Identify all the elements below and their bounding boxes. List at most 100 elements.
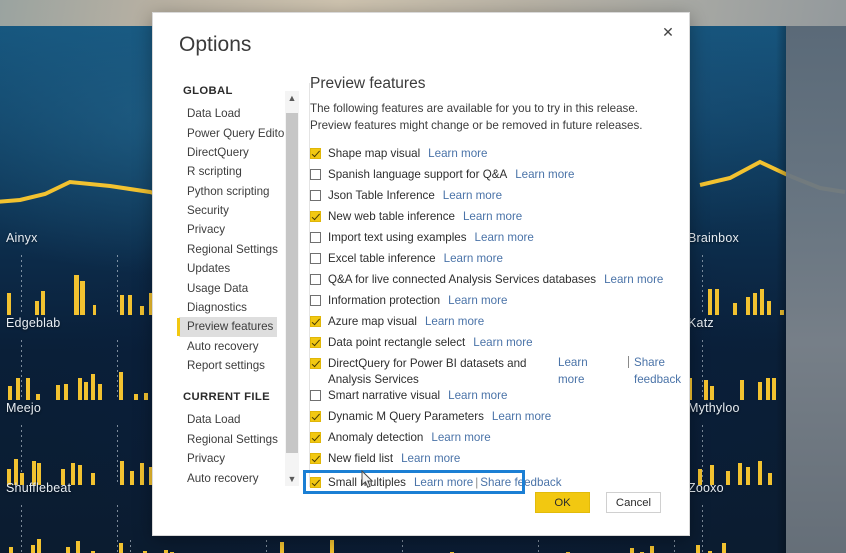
checkbox-small-multiples[interactable] xyxy=(310,477,321,488)
small-multiple-bars xyxy=(6,253,156,315)
sidebar-item-r-scripting[interactable]: R scripting xyxy=(179,162,277,181)
chevron-up-icon[interactable]: ▲ xyxy=(285,91,299,105)
learn-more-link[interactable]: Learn more xyxy=(448,389,507,402)
feature-label: Azure map visual xyxy=(328,315,417,328)
checkbox-spanish-language-support[interactable] xyxy=(310,169,321,180)
learn-more-link[interactable]: Learn more xyxy=(443,189,502,202)
checkbox-new-web-table-inference[interactable] xyxy=(310,211,321,222)
scrollbar-thumb[interactable] xyxy=(286,113,298,453)
feature-label: Spanish language support for Q&A xyxy=(328,168,508,181)
feature-row-excel-table-inference[interactable]: Excel table inference Learn more xyxy=(310,250,682,271)
learn-more-link[interactable]: Learn more xyxy=(492,410,551,423)
feature-row-shape-map-visual[interactable]: Shape map visual Learn more xyxy=(310,145,682,166)
feature-row-azure-map-visual[interactable]: Azure map visual Learn more xyxy=(310,313,682,334)
sidebar-item-file-auto-recovery[interactable]: Auto recovery xyxy=(179,468,277,487)
learn-more-link[interactable]: Learn more xyxy=(463,210,522,223)
sidebar-item-data-load[interactable]: Data Load xyxy=(179,104,277,123)
options-sidebar: GLOBAL Data Load Power Query Editor Dire… xyxy=(177,83,288,485)
sidebar-scrollbar[interactable]: ▲ ▼ xyxy=(285,91,299,486)
sidebar-item-security[interactable]: Security xyxy=(179,201,277,220)
feature-row-data-point-rectangle-select[interactable]: Data point rectangle select Learn more xyxy=(310,334,682,355)
sidebar-item-directquery[interactable]: DirectQuery xyxy=(179,143,277,162)
sidebar-item-report-settings[interactable]: Report settings xyxy=(179,356,277,375)
feature-label: Json Table Inference xyxy=(328,189,435,202)
bottom-bars xyxy=(130,538,690,553)
learn-more-link[interactable]: Learn more xyxy=(428,147,487,160)
feature-row-directquery-powerbi-datasets[interactable]: DirectQuery for Power BI datasets and An… xyxy=(310,355,682,387)
feature-row-smart-narrative-visual[interactable]: Smart narrative visual Learn more xyxy=(310,387,682,408)
feature-label: Information protection xyxy=(328,294,441,307)
feature-row-anomaly-detection[interactable]: Anomaly detection Learn more xyxy=(310,429,682,450)
sidebar-item-preview-features[interactable]: Preview features xyxy=(177,317,277,337)
learn-more-link[interactable]: Learn more xyxy=(558,355,606,388)
checkbox-qa-live-connected[interactable] xyxy=(310,274,321,285)
sidebar-item-regional-settings[interactable]: Regional Settings xyxy=(179,240,278,259)
checkbox-import-text-using-examples[interactable] xyxy=(310,232,321,243)
sidebar-item-diagnostics[interactable]: Diagnostics xyxy=(179,298,277,317)
share-feedback-link[interactable]: Share feedback xyxy=(628,355,682,388)
feature-label: Shape map visual xyxy=(328,147,421,160)
checkbox-shape-map-visual[interactable] xyxy=(310,148,321,159)
checkbox-anomaly-detection[interactable] xyxy=(310,432,321,443)
small-multiple-label: Edgeblab xyxy=(6,316,61,330)
sidebar-item-updates[interactable]: Updates xyxy=(179,259,277,278)
feature-label: New field list xyxy=(328,452,394,465)
learn-more-link[interactable]: Learn more xyxy=(414,476,473,489)
cancel-button[interactable]: Cancel xyxy=(606,492,661,513)
learn-more-link[interactable]: Learn more xyxy=(425,315,484,328)
small-multiple-label: Zooxo xyxy=(688,481,724,495)
feature-row-dynamic-m-query-parameters[interactable]: Dynamic M Query Parameters Learn more xyxy=(310,408,682,429)
checkbox-dynamic-m-query-parameters[interactable] xyxy=(310,411,321,422)
feature-row-new-field-list[interactable]: New field list Learn more xyxy=(310,450,682,471)
learn-more-link[interactable]: Learn more xyxy=(401,452,460,465)
checkbox-new-field-list[interactable] xyxy=(310,453,321,464)
feature-links: Learn more xyxy=(475,230,534,245)
feature-links: Learn more xyxy=(463,209,522,224)
feature-links: Learn more xyxy=(443,188,502,203)
page-title: Options xyxy=(179,33,252,56)
learn-more-link[interactable]: Learn more xyxy=(448,294,507,307)
feature-row-spanish-language-support[interactable]: Spanish language support for Q&A Learn m… xyxy=(310,166,682,187)
checkbox-excel-table-inference[interactable] xyxy=(310,253,321,264)
feature-links: Learn more xyxy=(473,335,532,350)
sidebar-item-file-privacy[interactable]: Privacy xyxy=(179,449,277,468)
learn-more-link[interactable]: Learn more xyxy=(475,231,534,244)
feature-row-import-text-using-examples[interactable]: Import text using examples Learn more xyxy=(310,229,682,250)
feature-links: Learn more xyxy=(401,451,460,466)
sidebar-item-usage-data[interactable]: Usage Data xyxy=(179,278,277,297)
sidebar-item-privacy[interactable]: Privacy xyxy=(179,220,277,239)
ok-button[interactable]: OK xyxy=(535,492,590,513)
sidebar-item-file-regional-settings[interactable]: Regional Settings xyxy=(179,430,278,449)
chevron-down-icon[interactable]: ▼ xyxy=(285,472,299,486)
learn-more-link[interactable]: Learn more xyxy=(604,273,663,286)
checkbox-directquery-powerbi-datasets[interactable] xyxy=(310,358,321,369)
mouse-cursor xyxy=(361,470,374,488)
learn-more-link[interactable]: Learn more xyxy=(431,431,490,444)
checkbox-json-table-inference[interactable] xyxy=(310,190,321,201)
close-icon[interactable]: ✕ xyxy=(653,19,683,45)
small-multiple-bars xyxy=(6,338,157,400)
feature-label: New web table inference xyxy=(328,210,455,223)
feature-label: DirectQuery for Power BI datasets and An… xyxy=(328,357,527,386)
small-multiple-label: Ainyx xyxy=(6,231,38,245)
feature-row-information-protection[interactable]: Information protection Learn more xyxy=(310,292,682,313)
checkbox-information-protection[interactable] xyxy=(310,295,321,306)
learn-more-link[interactable]: Learn more xyxy=(473,336,532,349)
feature-links: Learn more xyxy=(425,314,484,329)
feature-row-json-table-inference[interactable]: Json Table Inference Learn more xyxy=(310,187,682,208)
sidebar-item-file-data-load[interactable]: Data Load xyxy=(179,410,277,429)
feature-row-new-web-table-inference[interactable]: New web table inference Learn more xyxy=(310,208,682,229)
checkbox-data-point-rectangle-select[interactable] xyxy=(310,337,321,348)
small-multiple-label: Katz xyxy=(688,316,714,330)
learn-more-link[interactable]: Learn more xyxy=(515,168,574,181)
sidebar-item-python-scripting[interactable]: Python scripting xyxy=(179,182,277,201)
sidebar-item-auto-recovery[interactable]: Auto recovery xyxy=(179,337,277,356)
feature-links: Learn more xyxy=(604,272,663,287)
feature-label: Excel table inference xyxy=(328,252,436,265)
feature-row-qa-live-connected[interactable]: Q&A for live connected Analysis Services… xyxy=(310,271,682,292)
sidebar-item-power-query-editor[interactable]: Power Query Editor xyxy=(179,123,288,142)
learn-more-link[interactable]: Learn more xyxy=(444,252,503,265)
checkbox-smart-narrative-visual[interactable] xyxy=(310,390,321,401)
share-feedback-link[interactable]: Share feedback xyxy=(480,476,561,489)
checkbox-azure-map-visual[interactable] xyxy=(310,316,321,327)
